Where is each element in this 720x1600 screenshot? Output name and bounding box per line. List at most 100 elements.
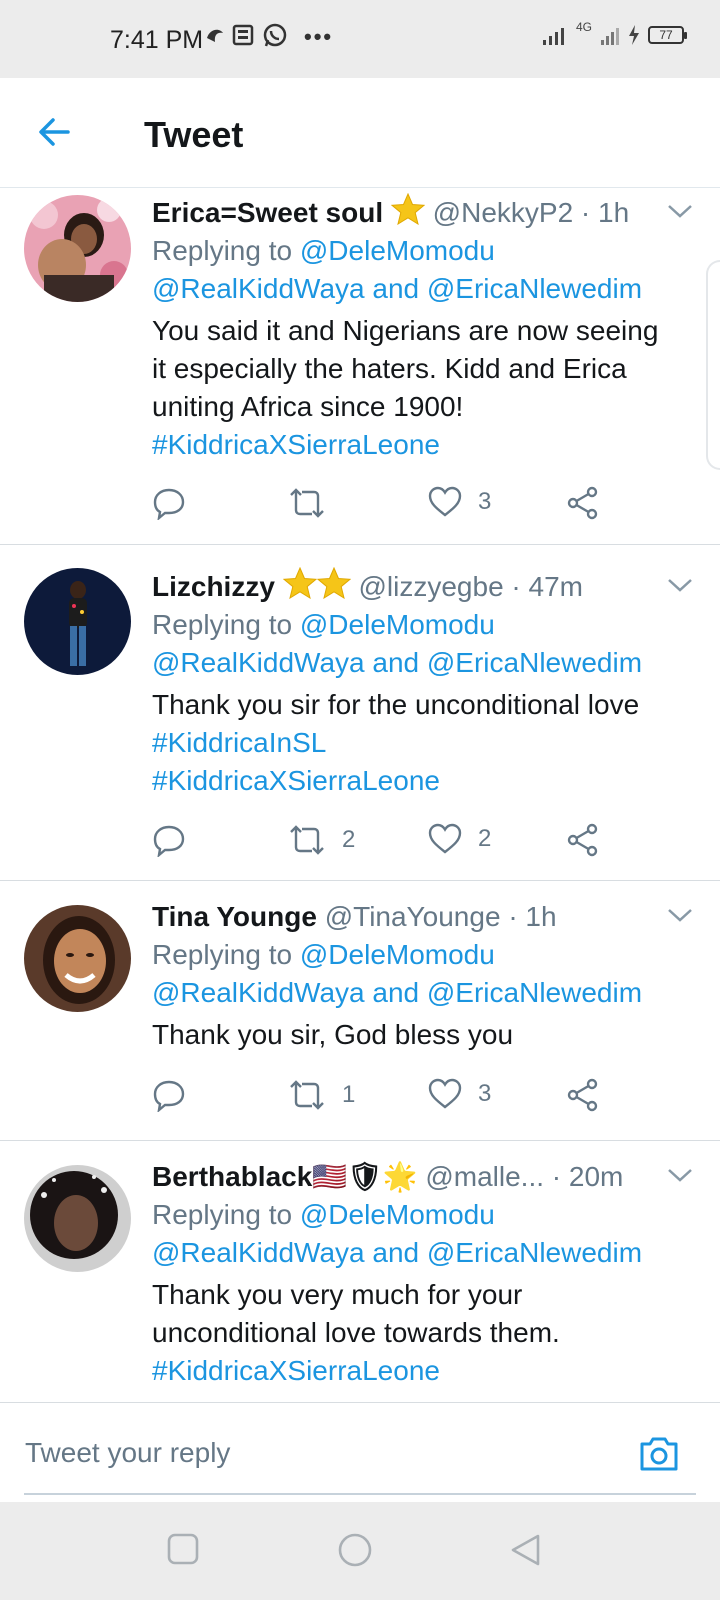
tweet-time: · 1h [580,197,630,228]
tweet-text: You said it and Nigerians are now seeing… [152,312,690,464]
mention-link[interactable]: @RealKiddWaya [152,647,365,678]
back-nav-icon[interactable] [508,1532,542,1568]
tweet-item[interactable]: Berthablack🇺🇸🛡🌟 @malle... · 20m Replying… [0,1141,720,1402]
like-button[interactable]: 3 [428,1078,491,1110]
status-time: 7:41 PM [110,26,204,54]
mention-link[interactable]: @EricaNlewedim [427,1237,642,1268]
mention-and[interactable]: and [365,273,427,304]
share-button[interactable] [566,1078,600,1112]
display-name[interactable]: Erica=Sweet soul [152,197,383,228]
tweet-actions: 1 3 [152,1078,622,1118]
reply-button[interactable] [152,823,186,857]
tweet-text-line: Thank you very much for your [152,1279,523,1310]
avatar[interactable] [24,195,131,302]
mention-link[interactable]: @DeleMomodu [300,609,495,640]
tweet-actions: 2 2 [152,823,622,863]
display-name[interactable]: Lizchizzy [152,571,275,602]
retweet-count: 2 [342,826,356,853]
tweet-header: Lizchizzy @lizzyegbe · 47m [152,567,690,606]
reply-feed[interactable]: Erica=Sweet soul @NekkyP2 · 1h Replying … [0,189,720,1402]
reply-composer[interactable]: Tweet your reply [0,1402,720,1500]
like-count: 3 [478,488,492,515]
retweet-icon [290,1080,324,1110]
tweet-text-line: uniting Africa since 1900! [152,391,464,422]
replying-prefix: Replying to [152,235,300,266]
user-handle: @lizzyegbe [358,571,504,602]
mention-and[interactable]: and [365,647,427,678]
composer-underline [24,1493,696,1495]
reply-icon [153,825,185,857]
share-button[interactable] [566,823,600,857]
tweet-text: Thank you sir, God bless you [152,1016,690,1054]
replying-to: Replying to @DeleMomodu @RealKiddWaya an… [152,232,690,308]
recent-apps-icon[interactable] [166,1532,200,1566]
avatar[interactable] [24,568,131,675]
vpn-icon [207,29,223,42]
scroll-edge-handle[interactable] [706,260,720,470]
retweet-button[interactable]: 1 [288,1078,355,1112]
system-nav-bar [0,1502,720,1600]
mention-link[interactable]: @EricaNlewedim [427,647,642,678]
tweet-body: Erica=Sweet soul @NekkyP2 · 1h Replying … [152,193,690,464]
like-count: 3 [478,1080,492,1107]
mention-link[interactable]: @RealKiddWaya [152,1237,365,1268]
hashtag-link[interactable]: #KiddricaXSierraLeone [152,426,690,464]
replying-to: Replying to @DeleMomodu @RealKiddWaya an… [152,1196,690,1272]
hashtag-link[interactable]: #KiddricaXSierraLeone [152,1352,690,1390]
replying-prefix: Replying to [152,609,300,640]
tweet-time: · 47m [511,571,583,602]
tweet-header: Erica=Sweet soul @NekkyP2 · 1h [152,193,690,232]
tweet-item[interactable]: Erica=Sweet soul @NekkyP2 · 1h Replying … [0,189,720,545]
reply-button[interactable] [152,1078,186,1112]
battery-level: 77 [659,28,673,42]
tweet-text: Thank you very much for your uncondition… [152,1276,690,1390]
news-icon [232,24,254,46]
mention-link[interactable]: @DeleMomodu [300,235,495,266]
status-overflow: ••• [304,24,334,49]
mention-link[interactable]: @DeleMomodu [300,1199,495,1230]
avatar[interactable] [24,1165,131,1272]
tweet-time: · 20m [551,1161,624,1192]
heart-icon [428,486,462,517]
back-arrow-icon[interactable] [34,112,74,152]
mention-link[interactable]: @RealKiddWaya [152,977,365,1008]
app-header: Tweet [0,78,720,188]
hashtag-link[interactable]: #KiddricaInSL [152,724,690,762]
user-handle: @TinaYounge [324,901,501,932]
retweet-button[interactable] [288,486,342,520]
like-button[interactable]: 3 [428,486,491,518]
display-name[interactable]: Tina Younge [152,901,317,932]
charging-icon [629,25,639,45]
mention-link[interactable]: @EricaNlewedim [427,273,642,304]
like-button[interactable]: 2 [428,823,491,855]
display-name[interactable]: Berthablack🇺🇸🛡🌟 [152,1161,418,1192]
camera-icon[interactable] [638,1435,680,1473]
reply-input-placeholder[interactable]: Tweet your reply [25,1437,230,1469]
reply-button[interactable] [152,486,186,520]
retweet-button[interactable]: 2 [288,823,355,857]
share-button[interactable] [566,486,600,520]
tweet-item[interactable]: Tina Younge @TinaYounge · 1h Replying to… [0,881,720,1141]
replying-prefix: Replying to [152,1199,300,1230]
hashtag-link[interactable]: #KiddricaXSierraLeone [152,762,690,800]
tweet-item[interactable]: Lizchizzy @lizzyegbe · 47m Replying to @… [0,545,720,881]
replying-prefix: Replying to [152,939,300,970]
share-icon [567,823,598,857]
retweet-icon [290,488,324,518]
tweet-text-line: You said it and Nigerians are now seeing [152,315,659,346]
mention-and[interactable]: and [365,977,427,1008]
star-emoji-icon [282,567,317,599]
share-icon [567,486,598,520]
tweet-time: · 1h [508,901,557,932]
reply-icon [153,488,185,520]
user-handle: @malle... [425,1161,545,1192]
mention-link[interactable]: @DeleMomodu [300,939,495,970]
mention-and[interactable]: and [365,1237,427,1268]
mention-link[interactable]: @EricaNlewedim [427,977,642,1008]
avatar[interactable] [24,905,131,1012]
home-icon[interactable] [337,1532,373,1568]
replying-to: Replying to @DeleMomodu @RealKiddWaya an… [152,606,690,682]
tweet-header: Berthablack🇺🇸🛡🌟 @malle... · 20m [152,1158,690,1196]
mention-link[interactable]: @RealKiddWaya [152,273,365,304]
whatsapp-icon [263,23,287,47]
